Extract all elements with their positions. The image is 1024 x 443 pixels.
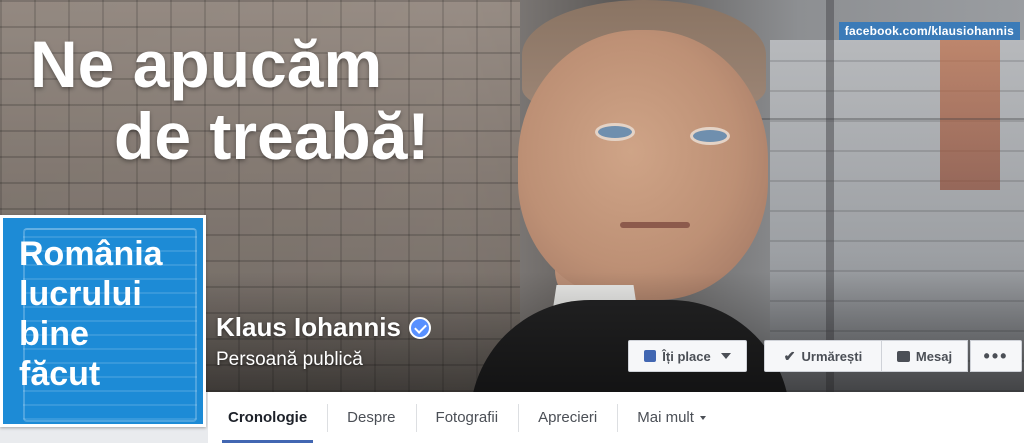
more-dots-icon: •••: [983, 346, 1009, 366]
tab-mai-mult[interactable]: Mai mult: [617, 392, 726, 443]
like-button[interactable]: Îți place: [628, 340, 747, 372]
tab-despre[interactable]: Despre: [327, 392, 415, 443]
tab-label: Aprecieri: [538, 409, 598, 426]
follow-button-label: Urmărești: [801, 348, 863, 364]
thumbs-up-icon: [644, 350, 657, 362]
profile-picture-line: România: [19, 235, 163, 273]
tab-label: Fotografii: [435, 409, 499, 426]
like-button-label: Îți place: [662, 348, 711, 364]
portrait-face: [518, 30, 768, 300]
profile-picture-line: lucrului: [19, 275, 142, 313]
profile-name-row: Klaus Iohannis: [216, 312, 431, 343]
follow-button[interactable]: ✔ Urmărești: [764, 340, 882, 372]
message-button-label: Mesaj: [915, 348, 953, 364]
cover-watermark: facebook.com/klausiohannis: [838, 22, 1020, 40]
portrait-mouth: [620, 222, 690, 228]
chevron-down-icon: [720, 353, 731, 359]
message-icon: [896, 350, 910, 362]
profile-tab-bar: Cronologie Despre Fotografii Aprecieri M…: [208, 392, 1024, 443]
verified-badge-icon[interactable]: [408, 316, 431, 339]
cover-poster: [940, 40, 1000, 190]
portrait-eye-right: [693, 130, 727, 142]
tab-fotografii[interactable]: Fotografii: [415, 392, 519, 443]
tab-label: Cronologie: [228, 409, 308, 426]
profile-picture-line: bine: [19, 315, 89, 353]
tab-aprecieri[interactable]: Aprecieri: [518, 392, 617, 443]
tab-label: Despre: [347, 409, 396, 426]
facebook-page: Ne apucăm de treabă! facebook.com/klausi…: [0, 0, 1024, 443]
cover-wire: [760, 118, 1024, 120]
profile-picture[interactable]: România lucrului bine făcut: [0, 215, 206, 427]
profile-name[interactable]: Klaus Iohannis: [216, 312, 401, 343]
tab-cronologie[interactable]: Cronologie: [208, 392, 327, 443]
profile-picture-image: România lucrului bine făcut: [3, 218, 203, 424]
tab-label: Mai mult: [637, 409, 694, 426]
chevron-down-icon: [699, 415, 706, 420]
more-options-button[interactable]: •••: [970, 340, 1022, 372]
message-button[interactable]: Mesaj: [882, 340, 968, 372]
profile-picture-line: făcut: [19, 355, 101, 393]
portrait-eye-left: [598, 126, 632, 138]
cover-headline-line1: Ne apucăm: [30, 27, 383, 101]
profile-picture-text: România lucrului bine făcut: [19, 234, 163, 394]
cover-headline-line2: de treabă!: [114, 99, 430, 173]
profile-category[interactable]: Persoană publică: [216, 349, 431, 371]
checkmark-icon: ✔: [783, 347, 796, 364]
profile-name-block: Klaus Iohannis Persoană publică: [216, 312, 431, 371]
cover-headline: Ne apucăm de treabă!: [30, 28, 429, 172]
